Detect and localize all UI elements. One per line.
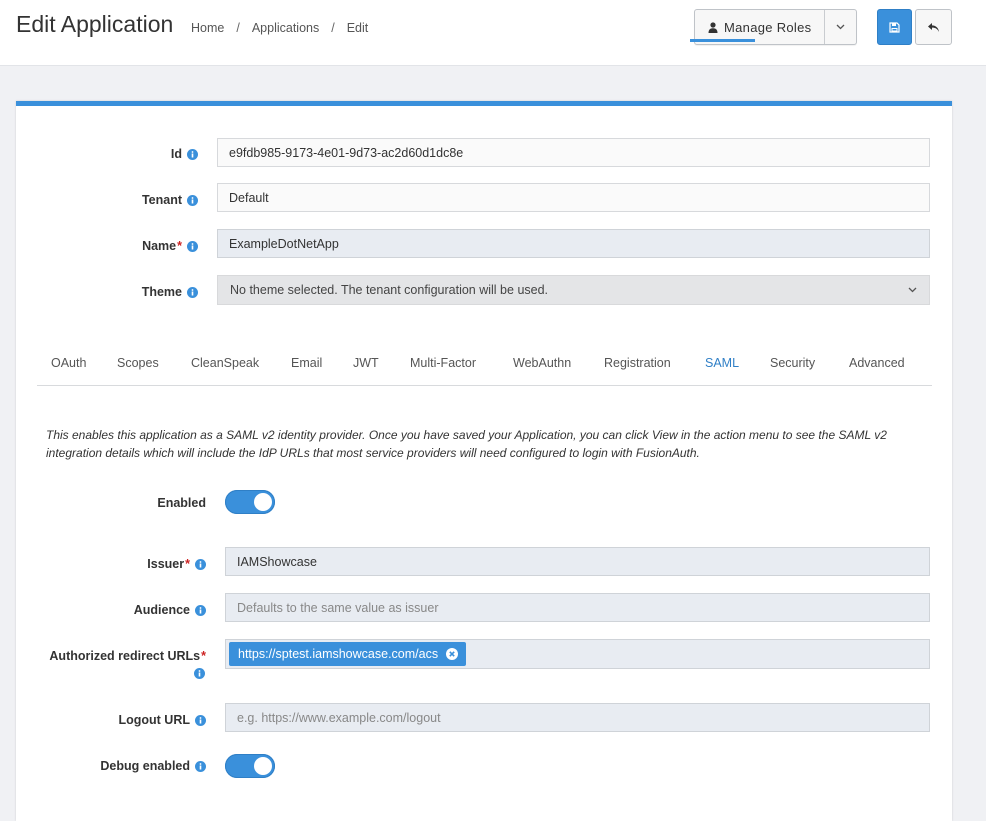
logout-url-field[interactable]: e.g. https://www.example.com/logout	[225, 703, 930, 732]
remove-tag-icon[interactable]	[446, 648, 459, 660]
save-button[interactable]	[877, 9, 912, 45]
info-icon[interactable]	[195, 604, 206, 616]
issuer-label-text: Issuer	[147, 557, 185, 571]
active-tab-indicator	[690, 39, 755, 42]
manage-roles-label: Manage Roles	[724, 19, 812, 35]
breadcrumb: Home / Applications / Edit	[191, 21, 368, 35]
info-icon[interactable]	[187, 148, 198, 160]
info-icon[interactable]	[187, 240, 198, 252]
audience-label: Audience	[40, 601, 206, 619]
enabled-toggle[interactable]	[225, 490, 275, 514]
page-title: Edit Application	[16, 11, 174, 37]
issuer-label: Issuer *	[40, 555, 206, 573]
breadcrumb-home[interactable]: Home	[191, 21, 224, 35]
chevron-down-icon	[836, 24, 845, 30]
tenant-field[interactable]: Default	[217, 183, 930, 212]
undo-icon	[928, 22, 939, 32]
redirect-urls-label: Authorized redirect URLs *	[40, 647, 206, 665]
tab-cleanspeak[interactable]: CleanSpeak	[191, 356, 259, 370]
info-icon[interactable]	[187, 194, 198, 206]
user-icon	[708, 21, 718, 33]
breadcrumb-edit: Edit	[346, 21, 369, 35]
manage-roles-dropdown-toggle[interactable]	[825, 10, 856, 44]
info-icon[interactable]	[194, 668, 205, 679]
page-header: Edit Application Home / Applications / E…	[0, 0, 986, 66]
chevron-down-icon	[908, 287, 917, 293]
enabled-label: Enabled	[40, 494, 206, 512]
id-label-text: Id	[170, 147, 182, 161]
tab-advanced[interactable]: Advanced	[849, 356, 905, 370]
enabled-label-text: Enabled	[157, 496, 206, 510]
back-button[interactable]	[915, 9, 952, 45]
theme-selected-value: No theme selected. The tenant configurat…	[230, 283, 549, 297]
tab-security[interactable]: Security	[770, 356, 815, 370]
theme-select[interactable]: No theme selected. The tenant configurat…	[217, 275, 930, 305]
save-icon	[889, 21, 900, 33]
tab-registration[interactable]: Registration	[604, 356, 671, 370]
info-icon[interactable]	[195, 760, 206, 772]
info-icon[interactable]	[187, 286, 198, 298]
debug-enabled-toggle[interactable]	[225, 754, 275, 778]
redirect-url-tag-text: https://sptest.iamshowcase.com/acs	[238, 647, 439, 661]
tab-scopes[interactable]: Scopes	[117, 356, 159, 370]
id-label: Id	[40, 145, 198, 163]
info-icon[interactable]	[195, 558, 206, 570]
tab-bar: OAuth Scopes CleanSpeak Email JWT Multi-…	[37, 342, 932, 386]
issuer-field[interactable]: IAMShowcase	[225, 547, 930, 576]
theme-label: Theme	[40, 283, 198, 301]
breadcrumb-applications[interactable]: Applications	[252, 21, 319, 35]
breadcrumb-separator: /	[331, 21, 335, 35]
name-label-text: Name	[142, 239, 177, 253]
logout-url-label-text: Logout URL	[118, 713, 190, 727]
audience-label-text: Audience	[133, 603, 190, 617]
redirect-urls-field[interactable]: https://sptest.iamshowcase.com/acs	[225, 639, 930, 669]
saml-description: This enables this application as a SAML …	[46, 428, 887, 460]
logout-url-label: Logout URL	[40, 711, 206, 729]
tenant-label-text: Tenant	[141, 193, 182, 207]
id-field[interactable]: e9fdb985-9173-4e01-9d73-ac2d60d1dc8e	[217, 138, 930, 167]
tab-email[interactable]: Email	[291, 356, 322, 370]
tab-webauthn[interactable]: WebAuthn	[513, 356, 571, 370]
name-field[interactable]: ExampleDotNetApp	[217, 229, 930, 258]
toggle-knob	[254, 757, 272, 775]
required-marker: *	[185, 557, 190, 571]
tab-multi-factor[interactable]: Multi-Factor	[410, 356, 476, 370]
breadcrumb-separator: /	[236, 21, 240, 35]
theme-label-text: Theme	[141, 285, 182, 299]
tab-saml[interactable]: SAML	[705, 356, 739, 370]
toggle-knob	[254, 493, 272, 511]
debug-enabled-label-text: Debug enabled	[100, 759, 190, 773]
redirect-urls-label-text: Authorized redirect URLs	[49, 649, 201, 663]
redirect-url-tag: https://sptest.iamshowcase.com/acs	[229, 642, 467, 666]
tenant-label: Tenant	[40, 191, 198, 209]
debug-enabled-label: Debug enabled	[40, 757, 206, 775]
required-marker: *	[177, 239, 182, 253]
audience-field[interactable]: Defaults to the same value as issuer	[225, 593, 930, 622]
name-label: Name *	[40, 237, 198, 255]
info-icon[interactable]	[195, 714, 206, 726]
tab-oauth[interactable]: OAuth	[51, 356, 86, 370]
tab-jwt[interactable]: JWT	[353, 356, 379, 370]
required-marker: *	[201, 649, 206, 663]
